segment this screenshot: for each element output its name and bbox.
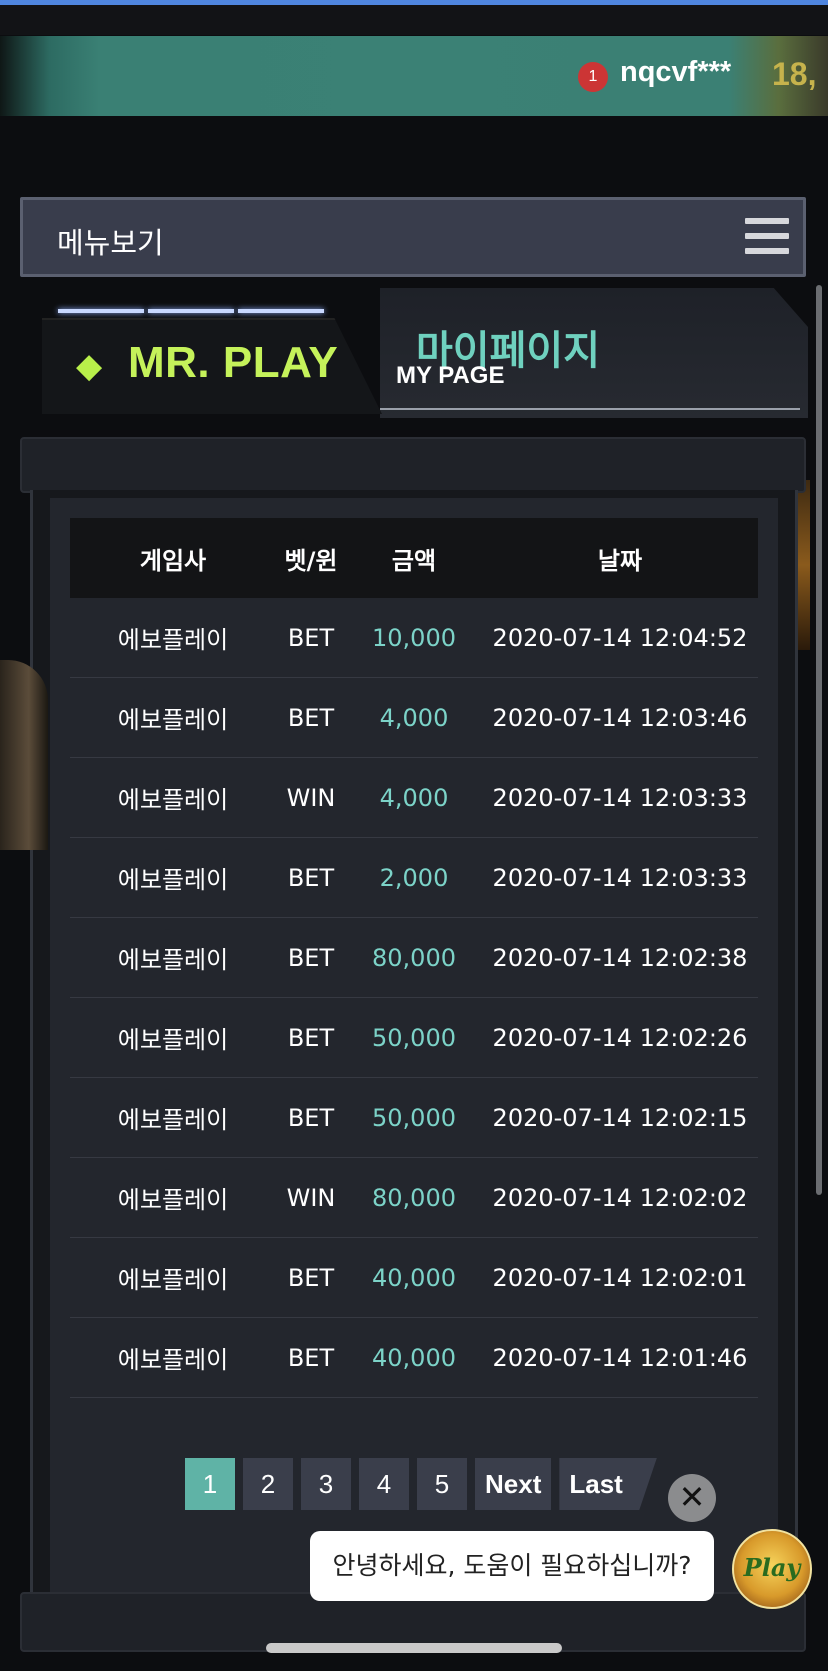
table-row: 에보플레이 BET 80,000 2020-07-14 12:02:38 (70, 918, 758, 998)
chat-avatar-logo: Play (743, 1553, 801, 1582)
title-underline (380, 408, 800, 410)
cell-amount: 50,000 (372, 1023, 456, 1052)
cell-date: 2020-07-14 12:01:46 (492, 1343, 748, 1372)
cell-amount: 40,000 (372, 1343, 456, 1372)
table-row: 에보플레이 BET 50,000 2020-07-14 12:02:26 (70, 998, 758, 1078)
chat-greeting-bubble[interactable]: 안녕하세요, 도움이 필요하십니까? (310, 1531, 714, 1601)
cell-provider: 에보플레이 (117, 1106, 229, 1134)
cell-provider: 에보플레이 (117, 1186, 229, 1214)
username[interactable]: nqcvf*** (620, 56, 731, 89)
cell-date: 2020-07-14 12:02:15 (492, 1103, 748, 1132)
page-button-3[interactable]: 3 (301, 1458, 351, 1510)
cell-type: WIN (286, 783, 336, 812)
pagination: 1 2 3 4 5 Next Last (185, 1458, 665, 1510)
cell-type: BET (287, 623, 335, 652)
cell-provider: 에보플레이 (117, 786, 229, 814)
cell-type: BET (287, 943, 335, 972)
top-strip (0, 5, 828, 35)
last-page-button[interactable]: Last (559, 1458, 657, 1510)
next-page-button[interactable]: Next (475, 1458, 552, 1510)
cell-amount: 50,000 (372, 1103, 456, 1132)
cell-date: 2020-07-14 12:02:02 (492, 1183, 748, 1212)
cell-type: BET (287, 1103, 335, 1132)
table-row: 에보플레이 BET 40,000 2020-07-14 12:02:01 (70, 1238, 758, 1318)
cell-provider: 에보플레이 (117, 1026, 229, 1054)
cell-type: WIN (286, 1183, 336, 1212)
page-button-1[interactable]: 1 (185, 1458, 235, 1510)
cell-date: 2020-07-14 12:02:38 (492, 943, 748, 972)
cell-amount: 4,000 (379, 703, 449, 732)
logo-lights (58, 298, 328, 313)
cell-type: BET (287, 1023, 335, 1052)
column-header-date: 날짜 (597, 546, 643, 575)
close-icon[interactable]: ✕ (668, 1474, 716, 1522)
home-indicator[interactable] (266, 1643, 562, 1653)
cell-provider: 에보플레이 (117, 626, 229, 654)
cell-date: 2020-07-14 12:03:33 (492, 783, 748, 812)
cell-type: BET (287, 1343, 335, 1372)
page-button-4[interactable]: 4 (359, 1458, 409, 1510)
table-row: 에보플레이 WIN 4,000 2020-07-14 12:03:33 (70, 758, 758, 838)
table-row: 에보플레이 WIN 80,000 2020-07-14 12:02:02 (70, 1158, 758, 1238)
column-header-amount: 금액 (391, 546, 437, 575)
cell-date: 2020-07-14 12:04:52 (492, 623, 748, 652)
background-art-left (0, 660, 48, 850)
cell-type: BET (287, 1263, 335, 1292)
cell-amount: 80,000 (372, 943, 456, 972)
balance: 18, (772, 56, 817, 92)
cell-date: 2020-07-14 12:02:26 (492, 1023, 748, 1052)
cell-provider: 에보플레이 (117, 706, 229, 734)
menu-bar[interactable]: 메뉴보기 (20, 197, 806, 277)
table-header: 게임사 벳/윈 금액 날짜 (70, 518, 758, 598)
cell-amount: 80,000 (372, 1183, 456, 1212)
table-row: 에보플레이 BET 50,000 2020-07-14 12:02:15 (70, 1078, 758, 1158)
notification-badge[interactable]: 1 (578, 62, 608, 92)
cell-type: BET (287, 863, 335, 892)
cell-provider: 에보플레이 (117, 1266, 229, 1294)
frame-top (20, 437, 806, 493)
cell-amount: 40,000 (372, 1263, 456, 1292)
chat-avatar[interactable]: Play (732, 1529, 812, 1609)
cell-amount: 10,000 (372, 623, 456, 652)
cell-provider: 에보플레이 (117, 866, 229, 894)
cell-type: BET (287, 703, 335, 732)
table-row: 에보플레이 BET 40,000 2020-07-14 12:01:46 (70, 1318, 758, 1398)
page-header: ◆ MR. PLAY 마이페이지 (20, 288, 808, 428)
cell-provider: 에보플레이 (117, 946, 229, 974)
page-button-2[interactable]: 2 (243, 1458, 293, 1510)
column-header-provider: 게임사 (139, 546, 207, 575)
logo[interactable]: MR. PLAY (128, 338, 338, 388)
cell-amount: 2,000 (379, 863, 449, 892)
hamburger-menu-icon[interactable] (745, 218, 789, 256)
cell-date: 2020-07-14 12:03:33 (492, 863, 748, 892)
table-row: 에보플레이 BET 4,000 2020-07-14 12:03:46 (70, 678, 758, 758)
cell-date: 2020-07-14 12:03:46 (492, 703, 748, 732)
cell-date: 2020-07-14 12:02:01 (492, 1263, 748, 1292)
menu-label: 메뉴보기 (57, 226, 164, 260)
page-button-5[interactable]: 5 (417, 1458, 467, 1510)
table-row: 에보플레이 BET 2,000 2020-07-14 12:03:33 (70, 838, 758, 918)
column-header-betwin: 벳/윈 (284, 546, 338, 575)
table-row: 에보플레이 BET 10,000 2020-07-14 12:04:52 (70, 598, 758, 678)
diamond-icon: ◆ (76, 346, 103, 386)
cell-provider: 에보플레이 (117, 1346, 229, 1374)
page-subtitle: MY PAGE (396, 362, 505, 389)
bet-history-table: 게임사 벳/윈 금액 날짜 에보플레이 BET 10,000 2020-07-1… (70, 518, 758, 1398)
scrollbar[interactable] (816, 285, 822, 1195)
cell-amount: 4,000 (379, 783, 449, 812)
